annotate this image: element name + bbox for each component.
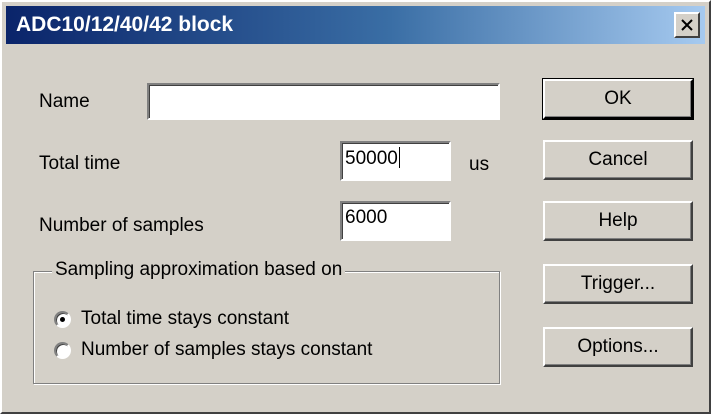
title-bar[interactable]: ADC10/12/40/42 block	[6, 6, 705, 44]
help-button[interactable]: Help	[543, 201, 693, 241]
options-button[interactable]: Options...	[543, 327, 693, 367]
total-time-value: 50000	[345, 148, 398, 169]
radio-label: Total time stays constant	[81, 308, 290, 329]
trigger-button[interactable]: Trigger...	[543, 264, 693, 304]
text-caret	[398, 147, 400, 168]
radio-label: Number of samples stays constant	[81, 339, 373, 360]
total-time-unit: us	[469, 154, 490, 175]
close-icon	[681, 19, 693, 31]
samples-value: 6000	[345, 207, 388, 228]
close-button[interactable]	[674, 12, 700, 38]
samples-label: Number of samples	[39, 215, 204, 236]
ok-button[interactable]: OK	[542, 78, 694, 120]
total-time-label: Total time	[39, 153, 121, 174]
total-time-field[interactable]: 50000	[340, 141, 451, 181]
radio-total-time-constant[interactable]: Total time stays constant	[54, 308, 289, 330]
adc-block-dialog: ADC10/12/40/42 block Name Total time 500…	[0, 0, 711, 414]
cancel-button[interactable]: Cancel	[543, 140, 693, 180]
radio-samples-constant[interactable]: Number of samples stays constant	[54, 339, 372, 361]
name-field[interactable]	[147, 83, 500, 120]
window-title: ADC10/12/40/42 block	[16, 13, 234, 36]
sampling-group-legend: Sampling approximation based on	[52, 259, 346, 281]
radio-button-selected[interactable]	[54, 310, 71, 328]
radio-button[interactable]	[54, 341, 71, 359]
name-label: Name	[39, 91, 90, 112]
samples-field[interactable]: 6000	[340, 201, 451, 241]
sampling-group-box: Sampling approximation based on Total ti…	[33, 259, 500, 384]
